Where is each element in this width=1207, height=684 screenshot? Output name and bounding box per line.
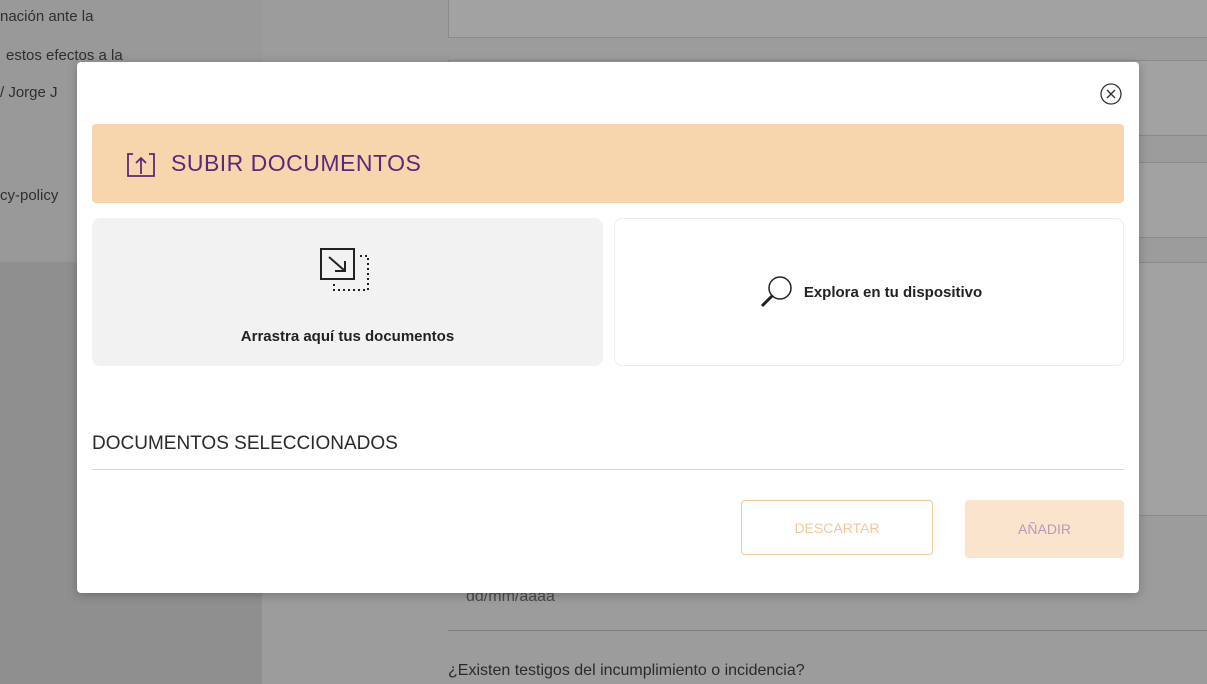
discard-button[interactable]: DESCARTAR [741, 500, 933, 555]
background-text-3: / Jorge J [0, 84, 58, 101]
drag-drop-label: Arrastra aquí tus documentos [240, 328, 455, 345]
background-question: ¿Existen testigos del incumplimiento o i… [448, 662, 805, 679]
background-field-1 [448, 0, 1207, 38]
drag-drop-zone[interactable]: Arrastra aquí tus documentos [92, 218, 603, 366]
close-icon[interactable] [1099, 82, 1123, 106]
modal-header: SUBIR DOCUMENTOS [92, 124, 1124, 203]
selected-documents-title: DOCUMENTOS SELECCIONADOS [92, 433, 398, 454]
background-divider [448, 630, 1207, 631]
upload-icon [125, 148, 157, 180]
drag-drop-icon [318, 246, 378, 302]
background-text-4: cy-policy [0, 187, 59, 204]
browse-device-button[interactable]: Explora en tu dispositivo [614, 218, 1124, 366]
browse-label: Explora en tu dispositivo [803, 283, 983, 301]
add-button[interactable]: AÑADIR [965, 500, 1124, 558]
background-text-1: nación ante la [0, 8, 94, 25]
selected-documents-divider [92, 469, 1124, 470]
upload-documents-modal: SUBIR DOCUMENTOS Arrastra aquí tus docum… [77, 62, 1139, 593]
modal-title: SUBIR DOCUMENTOS [171, 150, 422, 176]
search-icon [756, 272, 796, 312]
